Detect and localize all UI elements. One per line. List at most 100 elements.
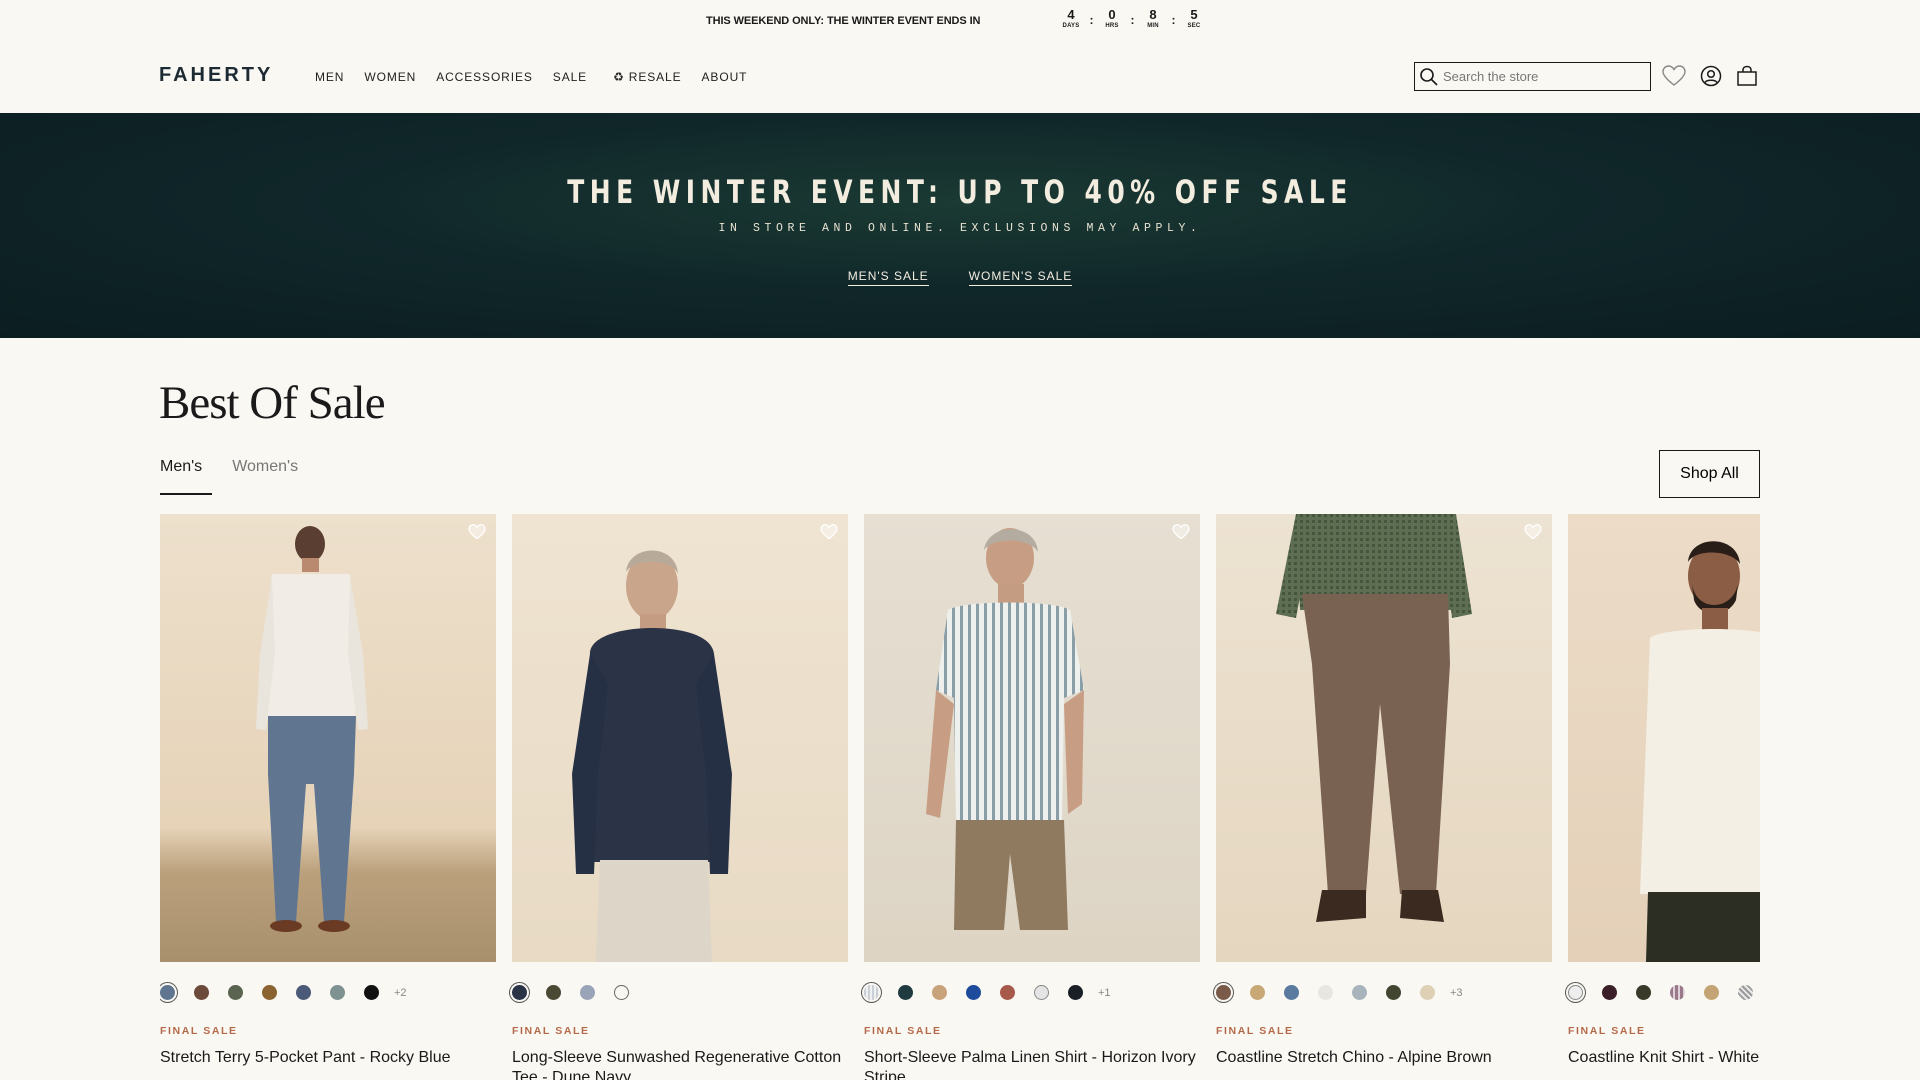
color-swatch[interactable] xyxy=(262,985,277,1000)
product-card[interactable]: +3 FINAL SALE Coastline Stretch Chino - … xyxy=(1216,514,1552,1066)
color-swatch[interactable] xyxy=(932,985,947,1000)
color-swatch[interactable] xyxy=(364,985,379,1000)
color-swatch[interactable] xyxy=(1568,985,1583,1000)
countdown-minutes-label: MIN xyxy=(1147,23,1159,29)
product-card[interactable]: +2 FINAL SALE Stretch Terry 5-Pocket Pan… xyxy=(160,514,496,1066)
color-swatches: +2 xyxy=(160,985,407,1000)
recycle-icon: ♻ xyxy=(613,70,625,84)
model-figure-image xyxy=(1640,541,1760,962)
product-card[interactable]: +1 FINAL SALE Short-Sleeve Palma Linen S… xyxy=(864,514,1200,1080)
main-nav: MEN WOMEN ACCESSORIES SALE ♻ RESALE ABOU… xyxy=(315,70,767,84)
product-name[interactable]: Short-Sleeve Palma Linen Shirt - Horizon… xyxy=(864,1048,1200,1080)
countdown-separator: : xyxy=(1130,13,1135,27)
color-swatch[interactable] xyxy=(1670,985,1685,1000)
nav-item-about[interactable]: ABOUT xyxy=(702,70,748,84)
color-swatch[interactable] xyxy=(864,985,879,1000)
product-name[interactable]: Stretch Terry 5-Pocket Pant - Rocky Blue xyxy=(160,1048,496,1068)
color-swatch[interactable] xyxy=(580,985,595,1000)
color-swatch[interactable] xyxy=(1636,985,1651,1000)
model-figure-image xyxy=(926,528,1084,930)
wishlist-heart-icon[interactable] xyxy=(468,524,486,542)
countdown-minutes-value: 8 xyxy=(1149,7,1157,22)
product-name[interactable]: Coastline Stretch Chino - Alpine Brown xyxy=(1216,1048,1552,1068)
product-name[interactable]: Coastline Knit Shirt - White xyxy=(1568,1048,1760,1068)
product-image[interactable] xyxy=(864,514,1200,962)
wishlist-heart-icon[interactable] xyxy=(1172,524,1190,542)
model-figure-image xyxy=(572,550,732,962)
color-swatch[interactable] xyxy=(898,985,913,1000)
wishlist-heart-icon[interactable] xyxy=(1524,524,1542,542)
account-icon[interactable] xyxy=(1697,62,1725,90)
product-image[interactable] xyxy=(512,514,848,962)
more-colors-count[interactable]: +3 xyxy=(1450,987,1463,999)
announcement-text: THIS WEEKEND ONLY: THE WINTER EVENT ENDS… xyxy=(706,15,981,27)
countdown-separator: : xyxy=(1089,13,1094,27)
color-swatch[interactable] xyxy=(1738,985,1753,1000)
section-tabs: Men's Women's xyxy=(160,458,318,495)
color-swatch[interactable] xyxy=(330,985,345,1000)
hero-title: THE WINTER EVENT: UP TO 40% OFF SALE xyxy=(567,173,1353,211)
hero-banner: THE WINTER EVENT: UP TO 40% OFF SALE IN … xyxy=(0,113,1920,338)
section-title: Best Of Sale xyxy=(159,377,386,429)
nav-item-women[interactable]: WOMEN xyxy=(364,70,416,84)
color-swatch[interactable] xyxy=(1602,985,1617,1000)
nav-item-accessories[interactable]: ACCESSORIES xyxy=(436,70,533,84)
nav-item-sale[interactable]: SALE xyxy=(553,70,587,84)
final-sale-badge: FINAL SALE xyxy=(512,1025,590,1037)
wishlist-heart-icon[interactable] xyxy=(1660,62,1688,90)
color-swatch[interactable] xyxy=(296,985,311,1000)
color-swatch[interactable] xyxy=(1318,985,1333,1000)
color-swatch[interactable] xyxy=(512,985,527,1000)
product-image[interactable] xyxy=(1568,514,1760,962)
hero-links: MEN'S SALE WOMEN'S SALE xyxy=(0,269,1920,286)
color-swatch[interactable] xyxy=(1068,985,1083,1000)
color-swatch[interactable] xyxy=(194,985,209,1000)
color-swatch[interactable] xyxy=(966,985,981,1000)
product-card[interactable]: FINAL SALE Long-Sleeve Sunwashed Regener… xyxy=(512,514,848,1080)
brand-logo[interactable]: FAHERTY xyxy=(159,64,273,87)
product-card[interactable]: FINAL SALE Coastline Knit Shirt - White xyxy=(1568,514,1760,1066)
color-swatches xyxy=(1568,985,1760,1000)
color-swatch[interactable] xyxy=(228,985,243,1000)
tab-mens[interactable]: Men's xyxy=(160,458,213,495)
countdown-days: 4 DAYS xyxy=(1058,7,1084,30)
announcement-bar: THIS WEEKEND ONLY: THE WINTER EVENT ENDS… xyxy=(0,0,1920,44)
color-swatch[interactable] xyxy=(1000,985,1015,1000)
color-swatch[interactable] xyxy=(160,985,175,1000)
color-swatch[interactable] xyxy=(1216,985,1231,1000)
color-swatch[interactable] xyxy=(1352,985,1367,1000)
more-colors-count[interactable]: +1 xyxy=(1098,987,1111,999)
color-swatch[interactable] xyxy=(1420,985,1435,1000)
color-swatch[interactable] xyxy=(614,985,629,1000)
wishlist-heart-icon[interactable] xyxy=(820,524,838,542)
color-swatch[interactable] xyxy=(1034,985,1049,1000)
countdown-hours-label: HRS xyxy=(1105,23,1119,29)
product-name[interactable]: Long-Sleeve Sunwashed Regenerative Cotto… xyxy=(512,1048,848,1080)
final-sale-badge: FINAL SALE xyxy=(1216,1025,1294,1037)
search-input[interactable] xyxy=(1443,69,1643,84)
final-sale-badge: FINAL SALE xyxy=(1568,1025,1646,1037)
countdown-seconds-value: 5 xyxy=(1190,7,1198,22)
tab-womens[interactable]: Women's xyxy=(232,458,298,495)
womens-sale-link[interactable]: WOMEN'S SALE xyxy=(968,269,1073,286)
color-swatch[interactable] xyxy=(1386,985,1401,1000)
search-field[interactable] xyxy=(1414,62,1651,91)
mens-sale-link[interactable]: MEN'S SALE xyxy=(847,269,929,286)
color-swatch[interactable] xyxy=(1284,985,1299,1000)
color-swatch[interactable] xyxy=(1704,985,1719,1000)
countdown-timer: 4 DAYS : 0 HRS : 8 MIN : 5 SEC xyxy=(1058,7,1207,33)
color-swatches xyxy=(512,985,648,1000)
shop-all-button[interactable]: Shop All xyxy=(1659,450,1760,498)
more-colors-count[interactable]: +2 xyxy=(394,987,407,999)
countdown-days-value: 4 xyxy=(1067,7,1075,22)
nav-item-men[interactable]: MEN xyxy=(315,70,344,84)
product-image[interactable] xyxy=(160,514,496,962)
countdown-hours-value: 0 xyxy=(1108,7,1116,22)
color-swatch[interactable] xyxy=(546,985,561,1000)
nav-item-resale[interactable]: ♻ RESALE xyxy=(607,70,681,84)
color-swatch[interactable] xyxy=(1250,985,1265,1000)
shopping-bag-icon[interactable] xyxy=(1733,62,1761,90)
product-image[interactable] xyxy=(1216,514,1552,962)
final-sale-badge: FINAL SALE xyxy=(160,1025,238,1037)
model-figure-image xyxy=(256,526,368,932)
